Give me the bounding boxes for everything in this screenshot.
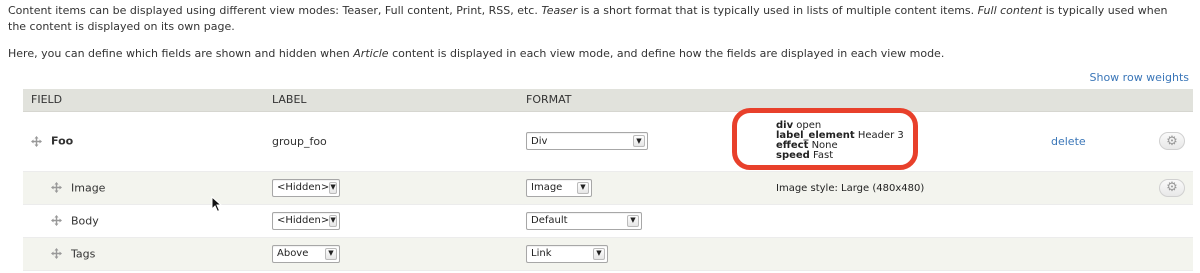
field-name: Image <box>71 181 106 195</box>
chevron-down-icon: ▼ <box>329 181 337 194</box>
field-name: Body <box>71 214 99 228</box>
group-label-text: group_foo <box>272 134 327 148</box>
drag-handle-icon[interactable] <box>51 248 62 260</box>
chevron-down-icon: ▼ <box>325 247 337 260</box>
gear-icon[interactable]: ⚙ <box>1159 178 1185 197</box>
format-column-header: FORMAT <box>518 89 768 112</box>
full-content-term: Full content <box>977 4 1043 17</box>
table-row: Foo group_foo Div ▼ div open label_eleme… <box>23 111 1193 172</box>
operations-cell <box>1043 171 1123 205</box>
operations-cell: delete <box>1043 111 1123 172</box>
table-row: Body <Hidden> ▼ Default ▼ <box>23 204 1193 238</box>
settings-cell <box>1123 204 1193 238</box>
format-cell: Link ▼ <box>518 237 768 271</box>
label-select-value: <Hidden> <box>277 182 330 193</box>
label-cell: Above ▼ <box>264 237 518 271</box>
format-select[interactable]: Image ▼ <box>526 178 592 197</box>
field-cell: Body <box>23 204 264 238</box>
field-column-header: FIELD <box>23 89 264 112</box>
format-select-value: Link <box>531 248 552 259</box>
field-name: Tags <box>71 247 96 261</box>
chevron-down-icon: ▼ <box>329 214 337 227</box>
format-select[interactable]: Link ▼ <box>526 244 608 263</box>
settings-cell: ⚙ <box>1123 111 1193 172</box>
format-cell: Default ▼ <box>518 204 768 238</box>
summary-cell <box>768 237 1043 271</box>
teaser-term: Teaser <box>541 4 578 17</box>
description-text: Here, you can define which fields are sh… <box>8 47 354 60</box>
chevron-down-icon: ▼ <box>627 214 639 227</box>
settings-cell <box>1123 237 1193 271</box>
summary-cell: Image style: Large (480x480) <box>768 171 1043 205</box>
format-select[interactable]: Div ▼ <box>526 132 648 150</box>
field-cell: Foo <box>23 111 264 172</box>
label-select-value: Above <box>277 248 309 259</box>
format-summary: Image style: Large (480x480) <box>776 183 925 194</box>
field-name: Foo <box>51 134 74 148</box>
field-cell: Tags <box>23 237 264 271</box>
article-term: Article <box>353 47 389 60</box>
drag-handle-icon[interactable] <box>51 215 62 227</box>
table-row: Image <Hidden> ▼ Image ▼ Image style: La… <box>23 171 1193 205</box>
fields-description: Here, you can define which fields are sh… <box>8 46 1188 62</box>
drag-handle-icon[interactable] <box>31 135 42 147</box>
mouse-pointer-icon <box>211 196 223 213</box>
manage-display-table: FIELD LABEL FORMAT Foo group_foo Div ▼ d… <box>23 89 1193 271</box>
show-row-weights-link[interactable]: Show row weights <box>1090 71 1190 84</box>
field-cell: Image <box>23 171 264 205</box>
gear-icon[interactable]: ⚙ <box>1159 132 1185 150</box>
format-select-value: Default <box>531 215 568 226</box>
format-cell: Image ▼ <box>518 171 768 205</box>
label-cell: <Hidden> ▼ <box>264 204 518 238</box>
table-header: FIELD LABEL FORMAT <box>23 89 1193 112</box>
summary-cell <box>768 204 1043 238</box>
operations-cell <box>1043 204 1123 238</box>
label-select[interactable]: <Hidden> ▼ <box>272 178 340 197</box>
summary-highlight-annotation <box>732 108 918 170</box>
format-select-value: Image <box>531 182 563 193</box>
chevron-down-icon: ▼ <box>593 247 605 260</box>
label-cell: group_foo <box>264 111 518 172</box>
delete-link[interactable]: delete <box>1051 135 1086 148</box>
format-select-value: Div <box>531 135 548 147</box>
drag-handle-icon[interactable] <box>51 182 62 194</box>
table-row: Tags Above ▼ Link ▼ <box>23 237 1193 271</box>
format-select[interactable]: Default ▼ <box>526 211 642 230</box>
label-cell: <Hidden> ▼ <box>264 171 518 205</box>
label-select-value: <Hidden> <box>277 215 330 226</box>
settings-column-header <box>1123 89 1193 112</box>
label-column-header: LABEL <box>264 89 518 112</box>
format-cell: Div ▼ <box>518 111 768 172</box>
description-text: is a short format that is typically used… <box>577 4 978 17</box>
view-modes-description: Content items can be displayed using dif… <box>8 3 1188 35</box>
chevron-down-icon: ▼ <box>577 181 589 194</box>
operations-cell <box>1043 237 1123 271</box>
label-select[interactable]: Above ▼ <box>272 244 340 263</box>
chevron-down-icon: ▼ <box>633 135 645 147</box>
settings-cell: ⚙ <box>1123 171 1193 205</box>
operations-column-header <box>1043 89 1123 112</box>
label-select[interactable]: <Hidden> ▼ <box>272 211 340 230</box>
description-text: content is displayed in each view mode, … <box>388 47 945 60</box>
description-text: Content items can be displayed using dif… <box>8 4 542 17</box>
